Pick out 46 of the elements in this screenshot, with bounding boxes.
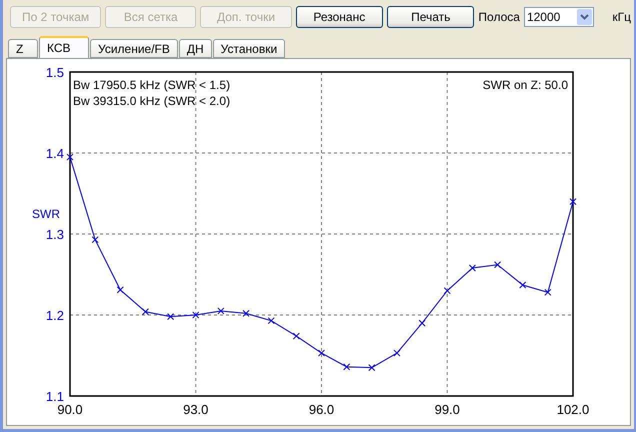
data-point-marker <box>116 286 124 294</box>
action-button[interactable]: Печать <box>387 6 474 28</box>
data-point-marker <box>142 308 149 316</box>
data-point-marker <box>418 320 426 327</box>
data-point-marker <box>192 312 200 318</box>
y-tick-label: 1.2 <box>46 308 64 323</box>
y-tick-label: 1.1 <box>46 389 64 404</box>
data-point-marker <box>167 313 174 320</box>
data-point-marker <box>343 363 350 370</box>
action-button[interactable]: Резонанс <box>296 6 384 28</box>
reference-text: SWR on Z: 50.0 <box>482 78 568 92</box>
y-tick-label: 1.3 <box>46 227 64 242</box>
data-point-marker <box>318 350 325 357</box>
x-tick-label: 99.0 <box>434 402 460 417</box>
data-point-marker <box>368 364 376 372</box>
data-point-marker <box>468 264 476 272</box>
bandwidth-text: Bw 39315.0 kHz (SWR < 2.0) <box>73 94 230 108</box>
tab[interactable]: КСВ <box>39 36 89 58</box>
data-point-marker <box>494 261 502 268</box>
data-point-marker <box>66 154 74 161</box>
data-point-marker <box>92 236 99 244</box>
band-label: Полоса <box>478 10 520 24</box>
data-point-marker <box>242 310 250 317</box>
dropdown-icon[interactable] <box>577 9 592 25</box>
x-tick-label: 93.0 <box>183 402 208 417</box>
data-point-marker <box>570 198 576 206</box>
tab[interactable]: ДН <box>178 39 212 58</box>
data-point-marker <box>217 307 224 314</box>
data-point-marker <box>444 287 451 294</box>
y-tick-label: 1.5 <box>46 65 64 80</box>
band-unit: кГц <box>612 10 631 24</box>
x-tick-label: 102.0 <box>556 402 590 417</box>
x-tick-label: 96.0 <box>308 402 334 417</box>
data-point-marker <box>268 317 275 324</box>
x-tick-label: 90.0 <box>57 402 83 417</box>
tab[interactable]: Усиление/FB <box>90 39 178 58</box>
band-dropdown[interactable]: 12000 <box>524 7 594 27</box>
tab[interactable]: Z <box>8 39 38 58</box>
y-tick-label: 1.4 <box>46 146 64 161</box>
bandwidth-text: Bw 17950.5 kHz (SWR < 1.5) <box>73 78 230 92</box>
data-point-marker <box>292 332 300 340</box>
tab[interactable]: Установки <box>212 39 286 58</box>
data-point-marker <box>393 350 400 357</box>
data-point-marker <box>519 282 526 289</box>
data-point-marker <box>544 288 552 296</box>
y-axis-label: SWR <box>32 206 60 221</box>
